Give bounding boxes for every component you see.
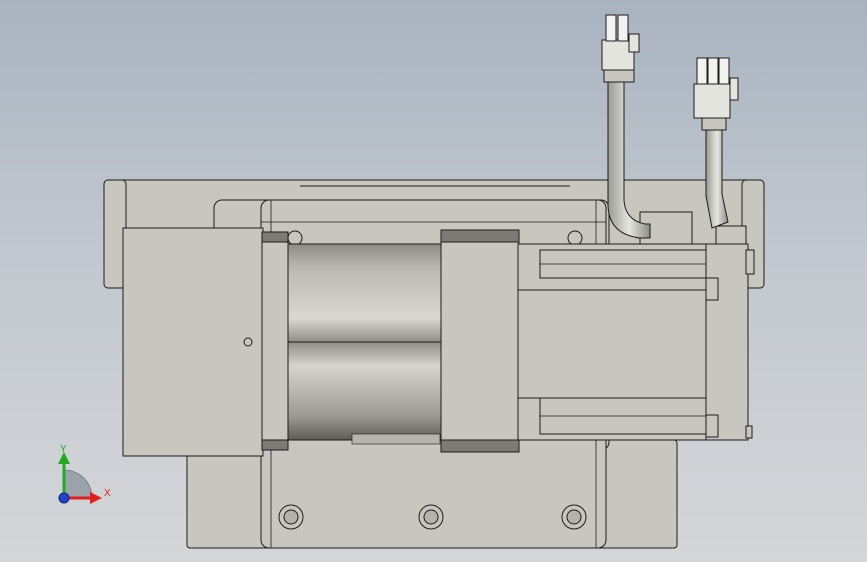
mounting-bolt xyxy=(561,504,587,530)
x-axis-label: X xyxy=(104,488,111,499)
cover-screw xyxy=(243,337,253,347)
mounting-bolt xyxy=(418,504,444,530)
clamp-ring xyxy=(440,229,520,453)
gearbox-assembly xyxy=(103,179,765,549)
motor-end-cap xyxy=(705,243,749,441)
cad-drawing-viewport[interactable]: Y X xyxy=(0,0,867,562)
flange-left xyxy=(261,231,289,451)
encoder-connector xyxy=(693,83,731,119)
left-cover xyxy=(122,227,264,457)
z-axis-dot xyxy=(58,492,70,504)
triad-rotation-arc xyxy=(63,469,93,499)
mounting-bolt xyxy=(278,504,304,530)
axis-triad[interactable]: Y X xyxy=(58,444,111,504)
y-axis-label: Y xyxy=(60,444,67,455)
